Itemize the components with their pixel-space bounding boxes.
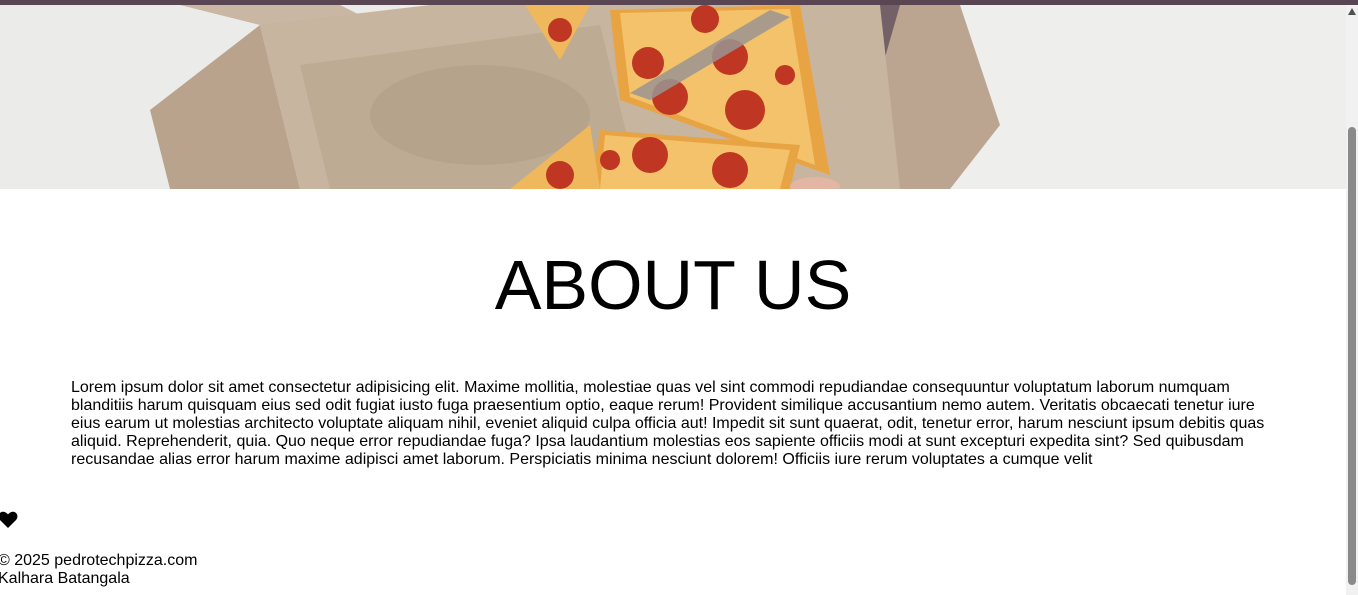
footer-copyright: © 2025 pedrotechpizza.com	[0, 552, 198, 569]
about-us-heading: ABOUT US	[494, 246, 852, 324]
hero-banner-image	[0, 5, 1346, 189]
about-us-paragraph: Lorem ipsum dolor sit amet consectetur a…	[71, 379, 1265, 468]
footer-author: Kalhara Batangala	[0, 570, 130, 587]
scrollbar-thumb[interactable]	[1348, 127, 1356, 585]
scroll-up-arrow-icon[interactable]	[1348, 8, 1356, 15]
vertical-scrollbar[interactable]	[1346, 5, 1358, 595]
footer: © 2025 pedrotechpizza.com Kalhara Batang…	[0, 552, 197, 588]
heart-icon	[0, 511, 18, 528]
